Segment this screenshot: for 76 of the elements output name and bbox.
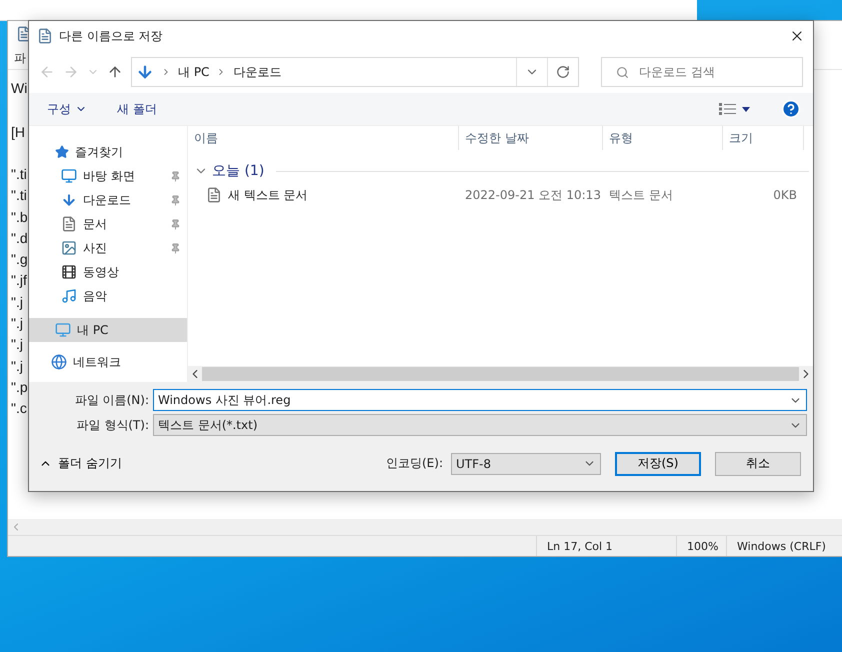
breadcrumb-item[interactable]: 내 PC — [178, 64, 210, 80]
file-type-dropdown[interactable]: 텍스트 문서(*.txt) — [153, 414, 807, 436]
navigation-item[interactable]: 즐겨찾기 — [29, 140, 187, 164]
refresh-icon[interactable] — [556, 65, 570, 79]
column-header[interactable]: 이름 — [188, 126, 459, 150]
file-name-label: 파일 이름(N): — [74, 392, 150, 408]
navigation-item[interactable]: 음악 — [29, 284, 187, 308]
pin-icon[interactable] — [170, 170, 181, 182]
editor-line: ".jf — [11, 272, 27, 288]
notepad-icon — [37, 28, 53, 44]
save-button[interactable]: 저장(S) — [615, 452, 701, 476]
address-bar[interactable]: 내 PC 다운로드 — [131, 57, 579, 87]
download-icon — [136, 63, 154, 81]
group-header[interactable]: 오늘 (1) — [212, 162, 264, 180]
editor-line: ".ti — [11, 187, 27, 204]
navigation-item[interactable]: 바탕 화면 — [29, 164, 187, 188]
navigation-item[interactable]: 다운로드 — [29, 188, 187, 212]
editor-line: ".j — [11, 358, 23, 374]
star-icon — [55, 145, 69, 159]
cancel-button[interactable]: 취소 — [715, 452, 801, 476]
help-icon[interactable] — [781, 99, 801, 119]
editor-line: ".ti — [11, 166, 27, 182]
file-type-label: 파일 형식(T): — [75, 416, 150, 434]
new-folder-button[interactable]: 새 폴더 — [117, 100, 157, 118]
modified-date: 2022-09-21 오전 10:13 — [464, 186, 602, 204]
file-row[interactable]: 새 텍스트 문서 2022-09-21 오전 10:13 텍스트 문서 0KB — [188, 182, 813, 208]
computer-icon — [55, 322, 71, 338]
column-header[interactable]: 수정한 날짜 — [459, 126, 603, 150]
up-icon[interactable] — [107, 64, 123, 80]
picture-icon — [61, 240, 77, 256]
editor-line: ".j — [11, 336, 23, 352]
file-name-field[interactable]: Windows 사진 뷰어.reg — [153, 389, 807, 411]
zoom-level: 100% — [676, 536, 726, 556]
view-options-icon[interactable] — [719, 103, 751, 115]
film-icon — [61, 264, 77, 280]
document-icon — [61, 216, 77, 232]
file-size: 0KB — [772, 188, 797, 202]
network-icon — [51, 354, 67, 370]
menu-item[interactable]: 파 — [14, 50, 26, 66]
encoding-label: 인코딩(E): — [386, 455, 443, 472]
column-header[interactable]: 크기 — [723, 126, 804, 150]
editor-line: ".g — [11, 251, 28, 268]
scrollbar-thumb[interactable] — [202, 367, 799, 381]
pin-icon[interactable] — [170, 242, 181, 254]
navigation-item[interactable]: 내 PC — [29, 318, 187, 342]
cursor-position: Ln 17, Col 1 — [536, 536, 676, 556]
pin-icon[interactable] — [170, 194, 181, 206]
search-field[interactable]: 다운로드 검색 — [601, 57, 803, 87]
editor-line: Wi — [11, 80, 28, 96]
editor-line: ".b — [11, 208, 28, 225]
search-icon — [616, 66, 629, 78]
editor-line: ".j — [11, 315, 23, 332]
navigation-item[interactable]: 동영상 — [29, 260, 187, 284]
music-note-icon — [61, 288, 77, 304]
navigation-item[interactable]: 사진 — [29, 236, 187, 260]
editor-line: ".c — [11, 400, 27, 416]
desktop-icon — [61, 168, 77, 184]
download-icon — [61, 192, 77, 208]
editor-line: ".p — [11, 378, 28, 395]
encoding-dropdown[interactable]: UTF-8 — [451, 452, 601, 474]
dialog-title: 다른 이름으로 저장 — [59, 28, 164, 44]
column-header[interactable]: 유형 — [603, 126, 723, 150]
navigation-item[interactable]: 문서 — [29, 212, 187, 236]
file-type: 텍스트 문서 — [608, 186, 674, 204]
editor-line: ".d — [11, 230, 28, 246]
editor-line: [H — [11, 124, 25, 140]
organize-button[interactable]: 구성 — [47, 100, 87, 118]
hide-folders-button[interactable]: 폴더 숨기기 — [39, 455, 122, 472]
breadcrumb-item[interactable]: 다운로드 — [233, 64, 282, 80]
file-name: 새 텍스트 문서 — [228, 186, 308, 204]
editor-line: ".j — [11, 294, 23, 310]
pin-icon[interactable] — [170, 218, 181, 230]
search-placeholder: 다운로드 검색 — [639, 64, 715, 80]
line-ending: Windows (CRLF) — [726, 536, 842, 556]
text-file-icon — [206, 187, 222, 203]
navigation-item[interactable]: 네트워크 — [29, 350, 187, 374]
